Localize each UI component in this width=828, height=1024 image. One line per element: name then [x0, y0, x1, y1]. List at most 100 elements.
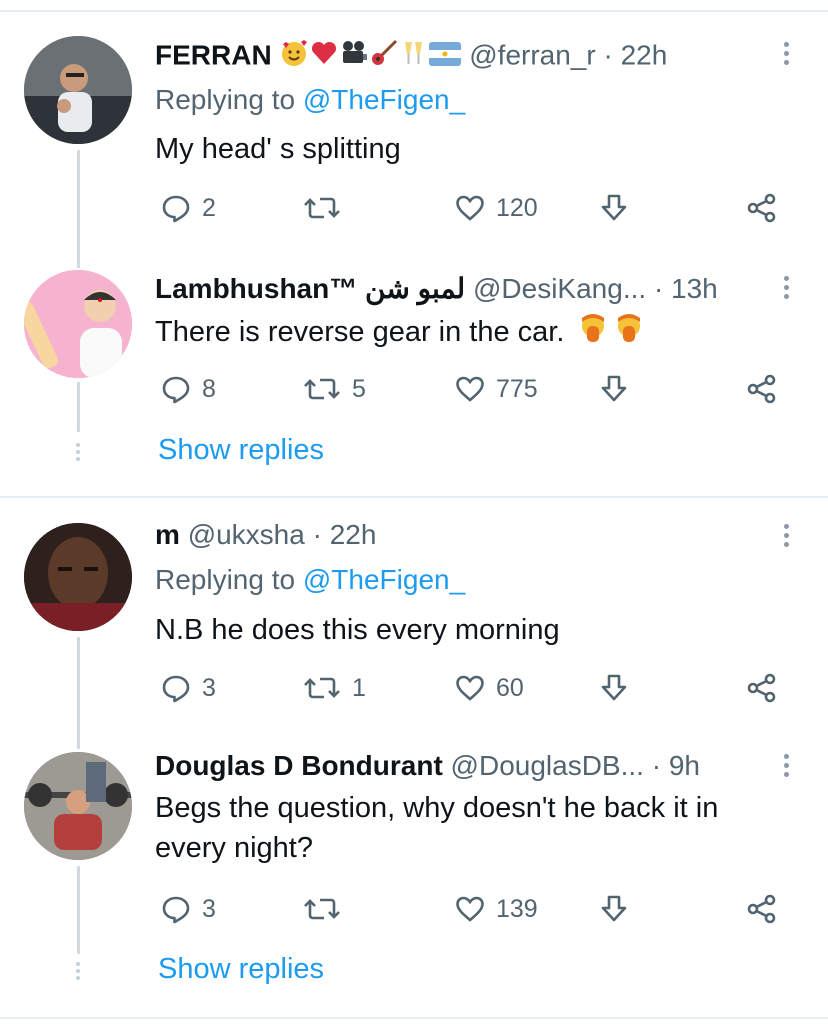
retweet-button[interactable]: [302, 889, 352, 929]
retweet-icon: [304, 378, 340, 400]
more-icon[interactable]: [784, 754, 790, 781]
like-icon: [456, 675, 484, 701]
facepalm-emoji-icon: [614, 312, 644, 355]
tweet-text: Begs the question, why doesn't he back i…: [155, 788, 805, 868]
separator-top: [0, 10, 828, 12]
tweet-text-content: There is reverse gear in the car.: [155, 316, 565, 349]
handle[interactable]: @ukxsha: [188, 519, 305, 550]
like-count: 139: [496, 894, 538, 923]
timestamp[interactable]: · 22h: [603, 39, 667, 70]
like-button[interactable]: 60: [454, 668, 524, 708]
reply-button[interactable]: 3: [160, 889, 216, 929]
retweet-count: 5: [352, 374, 366, 403]
like-count: 120: [496, 193, 538, 222]
show-replies-link[interactable]: Show replies: [158, 953, 324, 986]
bookmark-button[interactable]: [598, 889, 630, 929]
smiling-hearts-emoji-icon: [279, 38, 309, 76]
tweet-actions: 3 139: [0, 889, 828, 929]
avatar[interactable]: [24, 270, 132, 378]
guitar-emoji-icon: [369, 38, 399, 76]
more-icon[interactable]: [784, 42, 790, 69]
display-name[interactable]: FERRAN: [155, 39, 272, 70]
reply-icon: [162, 195, 190, 223]
share-icon: [747, 894, 776, 924]
replying-to: Replying to @TheFigen_: [155, 84, 465, 116]
reply-button[interactable]: 2: [160, 188, 216, 228]
like-icon: [456, 896, 484, 922]
display-name[interactable]: Lambhushan™ لمبو شن: [155, 273, 465, 304]
reply-count: 2: [202, 193, 216, 222]
share-icon: [747, 673, 776, 703]
tweet-text: My head' s splitting: [155, 133, 401, 165]
share-icon: [747, 374, 776, 404]
bookmark-icon: [601, 895, 627, 922]
tweet-actions: 3 1 60: [0, 668, 828, 708]
tweet-header: Lambhushan™ لمبو شن @DesiKang... · 13h: [155, 272, 718, 306]
display-name[interactable]: Douglas D Bondurant: [155, 750, 443, 781]
reply-count: 8: [202, 374, 216, 403]
tweet-text: N.B he does this every morning: [155, 614, 560, 646]
replying-to-link[interactable]: @TheFigen_: [303, 84, 465, 115]
bookmark-icon: [601, 674, 627, 701]
display-name[interactable]: m: [155, 519, 180, 550]
separator-bottom: [0, 1017, 828, 1019]
like-icon: [456, 195, 484, 221]
tweet-header: m @ukxsha · 22h: [155, 518, 376, 552]
like-button[interactable]: 139: [454, 889, 538, 929]
tweet-text-line: every night?: [155, 832, 313, 864]
reply-button[interactable]: 8: [160, 369, 216, 409]
share-icon: [747, 193, 776, 223]
bookmark-button[interactable]: [598, 369, 630, 409]
avatar[interactable]: [24, 36, 132, 144]
separator-middle: [0, 496, 828, 498]
bookmark-button[interactable]: [598, 668, 630, 708]
handle[interactable]: @DesiKang...: [473, 273, 646, 304]
like-count: 775: [496, 374, 538, 403]
handle[interactable]: @DouglasDB...: [451, 750, 644, 781]
bookmark-button[interactable]: [598, 188, 630, 228]
more-icon[interactable]: [784, 524, 790, 551]
share-button[interactable]: [746, 668, 778, 708]
share-button[interactable]: [746, 369, 778, 409]
retweet-button[interactable]: 5: [302, 369, 366, 409]
tweet-header: FERRAN @ferran_r · 22h: [155, 38, 667, 76]
reply-count: 3: [202, 673, 216, 702]
clinking-glasses-emoji-icon: [399, 38, 429, 76]
tweet-actions: 2 120: [0, 188, 828, 228]
avatar[interactable]: [24, 523, 132, 631]
timestamp[interactable]: · 22h: [313, 519, 377, 550]
handle[interactable]: @ferran_r: [469, 39, 595, 70]
film-projector-emoji-icon: [339, 38, 369, 76]
thread-dots: [75, 443, 81, 464]
more-icon[interactable]: [784, 276, 790, 303]
avatar[interactable]: [24, 752, 132, 860]
red-heart-emoji-icon: [309, 38, 339, 76]
facepalm-emoji-icon: [578, 312, 608, 355]
thread-dots: [75, 962, 81, 983]
retweet-icon: [304, 677, 340, 699]
argentina-flag-emoji-icon: [429, 40, 462, 74]
like-button[interactable]: 775: [454, 369, 538, 409]
reply-button[interactable]: 3: [160, 668, 216, 708]
share-button[interactable]: [746, 188, 778, 228]
share-button[interactable]: [746, 889, 778, 929]
replying-to: Replying to @TheFigen_: [155, 564, 465, 596]
reply-count: 3: [202, 894, 216, 923]
replying-label: Replying to: [155, 84, 296, 115]
like-button[interactable]: 120: [454, 188, 538, 228]
like-icon: [456, 376, 484, 402]
bookmark-icon: [601, 375, 627, 402]
retweet-icon: [304, 197, 340, 219]
retweet-button[interactable]: [302, 188, 352, 228]
bookmark-icon: [601, 194, 627, 221]
replying-label: Replying to: [155, 564, 296, 595]
tweet-text-line: Begs the question, why doesn't he back i…: [155, 792, 719, 824]
timestamp[interactable]: · 13h: [654, 273, 718, 304]
timestamp[interactable]: · 9h: [652, 750, 700, 781]
replying-to-link[interactable]: @TheFigen_: [303, 564, 465, 595]
tweet-header: Douglas D Bondurant @DouglasDB... · 9h: [155, 749, 700, 783]
retweet-count: 1: [352, 673, 366, 702]
tweet-actions: 8 5 775: [0, 369, 828, 409]
retweet-button[interactable]: 1: [302, 668, 366, 708]
show-replies-link[interactable]: Show replies: [158, 434, 324, 467]
